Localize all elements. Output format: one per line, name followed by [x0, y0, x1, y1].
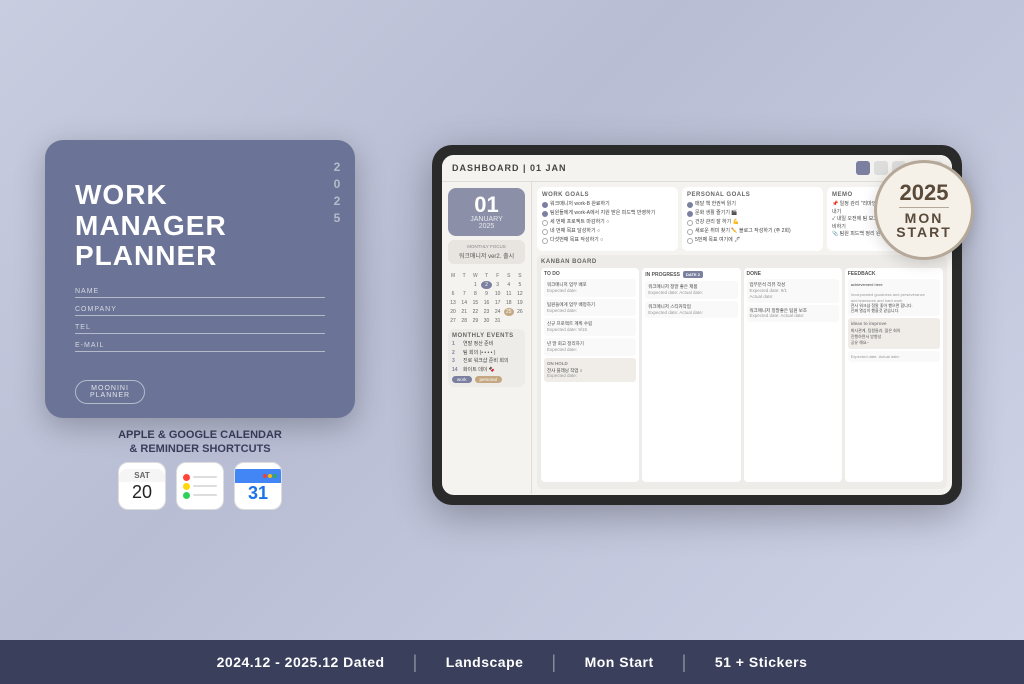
monthly-focus-label: MONTHLY FOCUS — [452, 244, 521, 249]
bottom-item-stickers: 51 + Stickers — [687, 654, 836, 670]
monthly-focus-box: MONTHLY FOCUS 워크매니저 ver2. 출시 — [448, 240, 525, 264]
personal-goal-2: 문화 생활 즐기기 🎬 — [687, 210, 818, 217]
tag-personal: personal — [475, 376, 502, 383]
planner-fields: NAME COMPANY TEL E-MAIL — [75, 288, 325, 352]
badge-year: 2025 — [900, 182, 949, 204]
nav-icon-1 — [856, 161, 870, 175]
kanban-feedback-3: Expected date: Actual date: — [848, 351, 940, 363]
monthly-focus-text: 워크매니저 ver2. 출시 — [452, 251, 521, 260]
apple-calendar-icon: SAT 20 — [118, 462, 166, 510]
kanban-inprogress-title: IN PROGRESS date 2 — [645, 271, 737, 279]
cal-day: SAT — [119, 469, 165, 482]
work-goal-5: 다섯번째 목표 작성하기 ○ — [542, 237, 673, 244]
badge-divider — [899, 207, 949, 208]
kanban-card-1: 워크매니저 업무 배포 Expected date: — [544, 279, 636, 297]
kanban-feedback-title: FEEDBACK — [848, 271, 940, 277]
field-tel: TEL — [75, 324, 325, 334]
shortcuts-label: APPLE & GOOGLE CALENDAR& REMINDER SHORTC… — [45, 428, 355, 457]
personal-goal-5: 5번째 목표 여기에 🖊 — [687, 237, 818, 244]
gcal-num: 31 — [248, 483, 268, 504]
bottom-item-mon-start: Mon Start — [557, 654, 682, 670]
reminders-icon — [176, 462, 224, 510]
personal-goals-title: PERSONAL GOALS — [687, 192, 818, 198]
personal-goal-4: 새로운 취미 찾기 ✏️ 블로그 작성하기 (주 2회) — [687, 228, 818, 235]
bottom-item-dates: 2024.12 - 2025.12 Dated — [189, 654, 413, 670]
left-tablet-section: WORK MANAGER PLANNER NAME COMPANY TEL — [30, 140, 370, 511]
event-1: 1 연말 정산 준비 — [452, 341, 521, 348]
kanban-todo-title: TO DO — [544, 271, 636, 277]
kanban-title: KANBAN BOARD — [541, 259, 943, 265]
date-display: 01 JANUARY 2025 — [448, 188, 525, 236]
kanban-columns: TO DO 워크매니저 업무 배포 Expected date: 팀원들에게 업… — [541, 268, 943, 482]
mon-start-badge: 2025 MON START — [874, 160, 974, 260]
bottom-bar: 2024.12 - 2025.12 Dated | Landscape | Mo… — [0, 640, 1024, 684]
work-goals-title: WORK GOALS — [542, 192, 673, 198]
back-tablet: WORK MANAGER PLANNER NAME COMPANY TEL — [45, 140, 355, 418]
kanban-card-4: 년 말 회고 정리하기 Expected date: — [544, 338, 636, 356]
events-title: MONTHLY EVENTS — [452, 333, 521, 339]
work-goals-box: WORK GOALS 워크매니저 work-B 완료하기 팀원들에게 work-… — [537, 187, 678, 251]
personal-goal-1: 매달 책 한권씩 읽기 — [687, 201, 818, 208]
work-goal-3: 세 번째 프로젝트 마감하기 ○ — [542, 219, 673, 226]
kanban-col-feedback: FEEDBACK achievement here Incorporated g… — [845, 268, 943, 482]
date-year: 2025 — [454, 223, 519, 230]
right-tablet-section: DASHBOARD | 01 JAN 01 — [400, 145, 994, 505]
work-goal-2: 팀원들에게 work-A에서 지원 받은 피드백 반영하기 — [542, 210, 673, 217]
kanban-done-title: DONE — [747, 271, 839, 277]
shortcuts-section: APPLE & GOOGLE CALENDAR& REMINDER SHORTC… — [45, 428, 355, 511]
personal-goals-box: PERSONAL GOALS 매달 책 한권씩 읽기 문화 생활 즐기기 🎬 — [682, 187, 823, 251]
kanban-inprogress-1: 워크매니저 정말 좋은 제품 Expected date: Actual dat… — [645, 281, 737, 299]
bottom-item-landscape: Landscape — [418, 654, 552, 670]
badge-mon-text: MON — [905, 211, 944, 225]
kanban-section: KANBAN BOARD TO DO 워크매니저 업무 배포 Expected … — [537, 255, 947, 489]
tag-work: work — [452, 376, 472, 383]
inprogress-badge: date 2 — [683, 271, 703, 278]
planner-logo: MOONINIPLANNER — [75, 380, 145, 404]
field-email: E-MAIL — [75, 342, 325, 352]
work-goal-1: 워크매니저 work-B 완료하기 — [542, 201, 673, 208]
tag-row: work personal — [452, 376, 521, 383]
date-month: JANUARY — [454, 216, 519, 223]
shortcuts-icons: SAT 20 — [45, 462, 355, 510]
event-3: 3 진로 워크샵 준비 회의 — [452, 358, 521, 365]
kanban-col-todo: TO DO 워크매니저 업무 배포 Expected date: 팀원들에게 업… — [541, 268, 639, 482]
kanban-done-2: 워크매니저 정말좋은 팀원 보조 Expected date: Actual d… — [747, 305, 839, 323]
field-company: COMPANY — [75, 306, 325, 316]
kanban-feedback-1: achievement here Incorporated goodness a… — [848, 279, 940, 316]
dashboard-body: 01 JANUARY 2025 MONTHLY FOCUS 워크매니저 ver2… — [442, 182, 952, 494]
kanban-col-done: DONE 업무분석 리뷰 작성 Expected date: 9/1 Actua… — [744, 268, 842, 482]
events-section: MONTHLY EVENTS 1 연말 정산 준비 2 팀 회의 (• • • … — [448, 329, 525, 387]
planner-title: WORK MANAGER PLANNER — [75, 180, 325, 272]
kanban-card-3: 신규 프로젝트 계획 수립 Expected date: 9/15 — [544, 318, 636, 336]
nav-icon-2 — [874, 161, 888, 175]
dashboard-title: DASHBOARD | 01 JAN — [452, 163, 567, 173]
kanban-done-1: 업무분석 리뷰 작성 Expected date: 9/1 Actual dat… — [747, 279, 839, 303]
event-2: 2 팀 회의 (• • • • ) — [452, 350, 521, 357]
event-4: 14 화이트 데이 🍫 — [452, 367, 521, 374]
dashboard-left-col: 01 JANUARY 2025 MONTHLY FOCUS 워크매니저 ver2… — [442, 182, 532, 494]
kanban-card-on-hold: ON HOLD 전사 플래닝 작업 ○ Expected date: — [544, 358, 636, 383]
date-number: 01 — [454, 194, 519, 216]
cal-num: 20 — [132, 482, 152, 503]
personal-goal-3: 건강 관리 잘 하기 💪 — [687, 219, 818, 226]
google-calendar-icon: 31 — [234, 462, 282, 510]
kanban-card-2: 팀원들에게 업무 배정하기 Expected date: — [544, 299, 636, 317]
kanban-feedback-2: ideas to improve 화사관계, 팀원들과, 많은 회의진행하면서 … — [848, 318, 940, 348]
badge-start-text: START — [896, 225, 952, 239]
dashboard-header: DASHBOARD | 01 JAN — [442, 155, 952, 182]
kanban-inprogress-2: 워크매니저 스티커작업 Expected date: Actual date: — [645, 301, 737, 319]
kanban-col-inprogress: IN PROGRESS date 2 워크매니저 정말 좋은 제품 Expect… — [642, 268, 740, 482]
mini-calendar: M T W T F S S 1 2 3 — [448, 272, 525, 325]
field-name: NAME — [75, 288, 325, 298]
year-strip: 2025 — [331, 160, 343, 228]
work-goal-4: 네 번째 목표 달성하기 ○ — [542, 228, 673, 235]
